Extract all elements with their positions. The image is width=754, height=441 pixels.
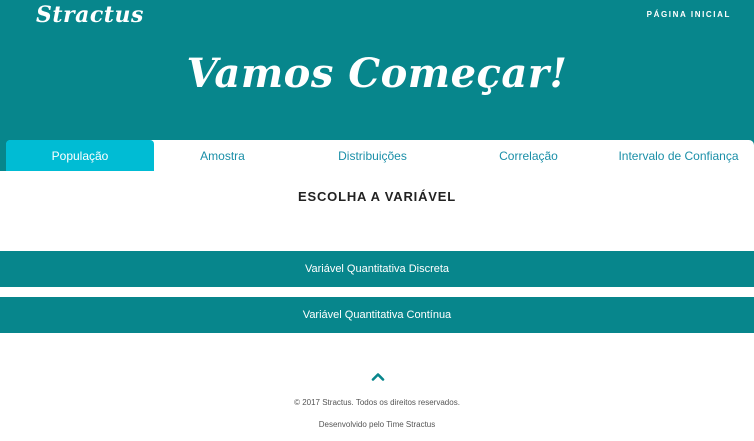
nav-home-link[interactable]: PÁGINA INICIAL	[647, 10, 731, 19]
chevron-up-icon	[371, 372, 385, 381]
tab-correlacao[interactable]: Correlação	[454, 140, 603, 171]
tab-amostra[interactable]: Amostra	[154, 140, 291, 171]
brand-logo[interactable]: Stractus	[36, 2, 144, 28]
tab-distribuicoes[interactable]: Distribuições	[291, 140, 454, 171]
section-title: ESCOLHA A VARIÁVEL	[298, 189, 456, 204]
tab-bar: População Amostra Distribuições Correlaç…	[6, 140, 754, 171]
page-title: Vamos Começar!	[186, 50, 568, 97]
continuous-variable-button[interactable]: Variável Quantitativa Contínua	[0, 297, 754, 333]
tab-populacao[interactable]: População	[6, 140, 154, 171]
footer-copyright: © 2017 Stractus. Todos os direitos reser…	[294, 398, 460, 407]
footer-credits: Desenvolvido pelo Time Stractus	[318, 420, 436, 429]
scroll-top-button[interactable]	[370, 370, 386, 382]
tab-intervalo-de-confianca[interactable]: Intervalo de Confiança	[603, 140, 754, 171]
discrete-variable-button[interactable]: Variável Quantitativa Discreta	[0, 251, 754, 287]
